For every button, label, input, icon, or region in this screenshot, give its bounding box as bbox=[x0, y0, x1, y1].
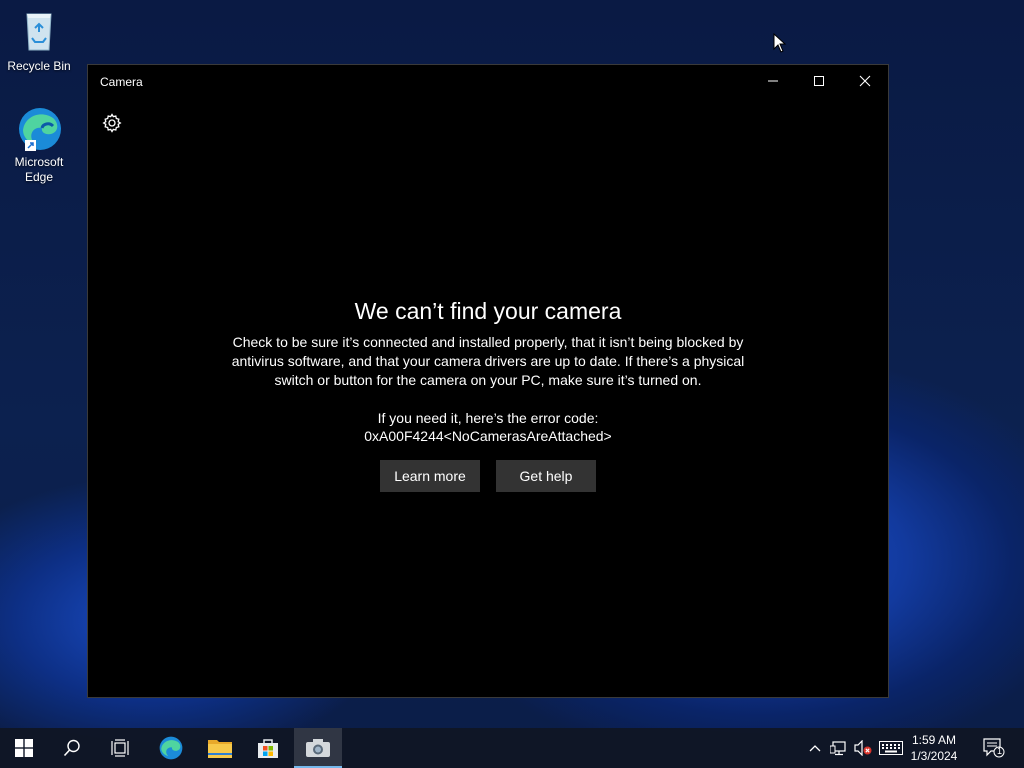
task-view-button[interactable] bbox=[96, 728, 144, 768]
close-icon bbox=[859, 75, 871, 87]
settings-button[interactable] bbox=[100, 111, 124, 135]
camera-window: Camera We can’t find your camera Check t… bbox=[87, 64, 889, 698]
network-icon bbox=[830, 741, 846, 756]
learn-more-button[interactable]: Learn more bbox=[380, 460, 480, 492]
taskbar-file-explorer-button[interactable] bbox=[196, 728, 244, 768]
error-code: 0xA00F4244<NoCamerasAreAttached> bbox=[364, 428, 612, 444]
taskbar-camera-button[interactable] bbox=[294, 728, 342, 768]
maximize-icon bbox=[814, 76, 824, 86]
minimize-icon bbox=[768, 80, 778, 82]
store-icon bbox=[258, 739, 278, 758]
clock-date: 1/3/2024 bbox=[910, 749, 958, 763]
keyboard-icon bbox=[879, 741, 903, 755]
desktop-icon-recycle-bin[interactable]: Recycle Bin bbox=[4, 8, 74, 74]
action-center-button[interactable]: 1 bbox=[982, 738, 1006, 758]
error-code-label: If you need it, here’s the error code: bbox=[377, 410, 599, 426]
desktop-icon-edge[interactable]: Microsoft Edge bbox=[4, 104, 74, 185]
window-title: Camera bbox=[100, 75, 143, 89]
desktop-icon-label: Microsoft Edge bbox=[14, 155, 64, 184]
mouse-cursor-icon bbox=[773, 32, 787, 58]
recycle-bin-icon bbox=[15, 8, 63, 56]
close-button[interactable] bbox=[842, 65, 888, 97]
minimize-button[interactable] bbox=[750, 65, 796, 97]
search-button[interactable] bbox=[48, 728, 96, 768]
folder-icon bbox=[208, 740, 232, 758]
network-button[interactable] bbox=[829, 738, 849, 758]
windows-logo-icon bbox=[15, 739, 33, 757]
edge-icon bbox=[15, 104, 63, 152]
show-hidden-icons-button[interactable] bbox=[805, 738, 825, 758]
touch-keyboard-button[interactable] bbox=[878, 738, 904, 758]
start-button[interactable] bbox=[0, 728, 48, 768]
error-panel: We can’t find your camera Check to be su… bbox=[88, 297, 888, 492]
taskbar-edge-button[interactable] bbox=[147, 728, 195, 768]
taskbar-store-button[interactable] bbox=[244, 728, 292, 768]
volume-muted-icon bbox=[854, 740, 872, 756]
gear-icon bbox=[102, 113, 122, 133]
task-view-icon bbox=[111, 739, 129, 757]
search-icon bbox=[63, 739, 80, 757]
chevron-up-icon bbox=[809, 745, 821, 752]
edge-icon bbox=[159, 736, 183, 760]
clock[interactable]: 1:59 AM 1/3/2024 bbox=[904, 732, 964, 764]
error-description: Check to be sure it’s connected and inst… bbox=[231, 334, 745, 388]
desktop-icon-label: Recycle Bin bbox=[7, 59, 71, 73]
notification-count: 1 bbox=[997, 746, 1003, 756]
maximize-button[interactable] bbox=[796, 65, 842, 97]
error-heading: We can’t find your camera bbox=[354, 298, 622, 324]
action-buttons: Learn more Get help bbox=[380, 460, 596, 492]
volume-button[interactable] bbox=[853, 738, 873, 758]
clock-time: 1:59 AM bbox=[911, 733, 957, 747]
camera-icon bbox=[306, 739, 330, 757]
taskbar: 1:59 AM 1/3/2024 1 bbox=[0, 728, 1024, 768]
title-bar[interactable]: Camera bbox=[88, 65, 888, 99]
get-help-button[interactable]: Get help bbox=[496, 460, 596, 492]
